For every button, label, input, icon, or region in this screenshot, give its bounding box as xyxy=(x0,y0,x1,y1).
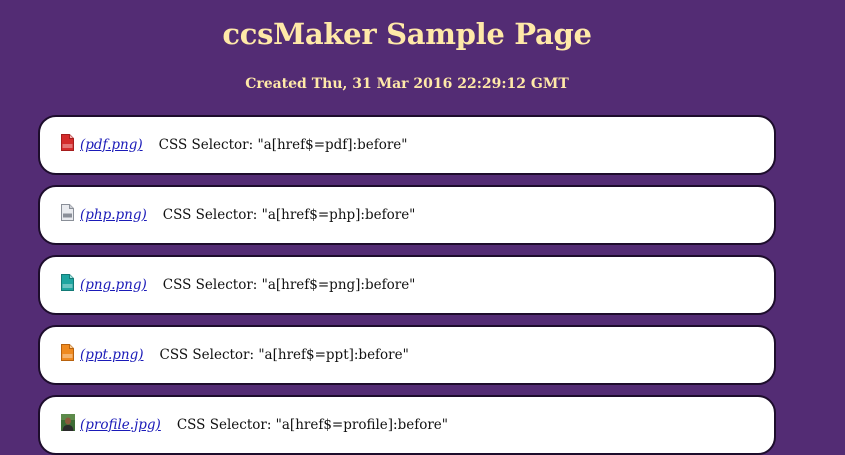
list-item: (profile.jpg) CSS Selector: "a[href$=pro… xyxy=(38,395,776,455)
css-selector-text: CSS Selector: "a[href$=png]:before" xyxy=(162,277,416,293)
list-item-row: (ppt.png) CSS Selector: "a[href$=ppt]:be… xyxy=(61,343,409,365)
png-file-icon xyxy=(61,273,74,291)
file-link-pdf[interactable]: (pdf.png) xyxy=(80,137,143,153)
file-link-profile[interactable]: (profile.jpg) xyxy=(80,417,161,433)
list-item-row: (pdf.png) CSS Selector: "a[href$=pdf]:be… xyxy=(61,133,408,155)
css-selector-text: CSS Selector: "a[href$=ppt]:before" xyxy=(159,347,409,363)
list-item: (pdf.png) CSS Selector: "a[href$=pdf]:be… xyxy=(38,115,776,175)
file-link-ppt[interactable]: (ppt.png) xyxy=(80,347,144,363)
pdf-file-icon xyxy=(61,133,74,151)
profile-photo-icon xyxy=(61,413,75,431)
page-title: ccsMaker Sample Page xyxy=(222,17,592,51)
list-item: (ppt.png) CSS Selector: "a[href$=ppt]:be… xyxy=(38,325,776,385)
list-item: (png.png) CSS Selector: "a[href$=png]:be… xyxy=(38,255,776,315)
list-item: (php.png) CSS Selector: "a[href$=php]:be… xyxy=(38,185,776,245)
file-link-php[interactable]: (php.png) xyxy=(80,207,147,223)
css-selector-text: CSS Selector: "a[href$=pdf]:before" xyxy=(158,137,408,153)
created-timestamp: Created Thu, 31 Mar 2016 22:29:12 GMT xyxy=(245,76,569,92)
css-selector-text: CSS Selector: "a[href$=profile]:before" xyxy=(176,417,448,433)
list-item-row: (profile.jpg) CSS Selector: "a[href$=pro… xyxy=(61,413,448,435)
list-item-row: (png.png) CSS Selector: "a[href$=png]:be… xyxy=(61,273,416,295)
ppt-file-icon xyxy=(61,343,74,361)
css-selector-text: CSS Selector: "a[href$=php]:before" xyxy=(162,207,416,223)
file-link-png[interactable]: (png.png) xyxy=(80,277,147,293)
list-item-row: (php.png) CSS Selector: "a[href$=php]:be… xyxy=(61,203,416,225)
php-file-icon xyxy=(61,203,74,221)
